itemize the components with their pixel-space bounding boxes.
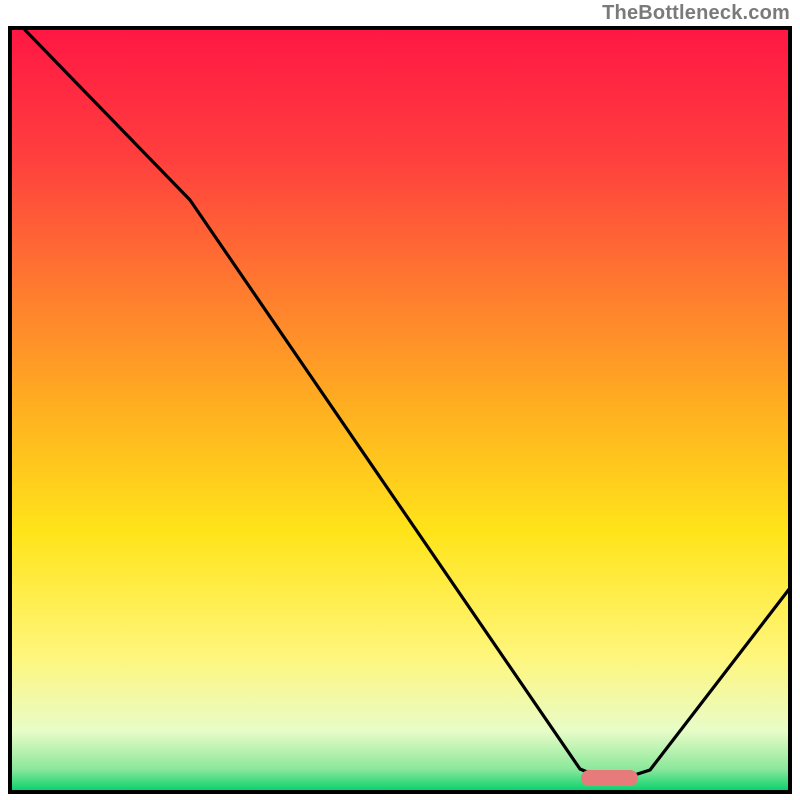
chart-container: TheBottleneck.com: [0, 0, 800, 800]
watermark-text: TheBottleneck.com: [602, 2, 790, 25]
chart-svg: [0, 0, 800, 800]
plot-background: [10, 28, 790, 792]
optimum-marker: [581, 770, 638, 786]
